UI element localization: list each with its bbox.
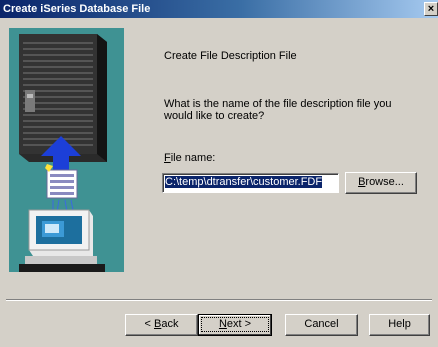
next-focus: Next > (201, 317, 269, 332)
next-button[interactable]: Next > (198, 314, 272, 336)
wizard-illustration (9, 28, 124, 272)
server-transfer-illustration-icon (19, 34, 107, 272)
instruction-text: What is the name of the file description… (164, 98, 392, 122)
help-label: Help (388, 318, 411, 330)
title-bar: Create iSeries Database File × (0, 0, 438, 18)
next-label: ext > (226, 318, 252, 330)
cancel-label: Cancel (304, 318, 339, 330)
page-heading: Create File Description File (164, 50, 297, 62)
close-icon: × (427, 3, 435, 15)
file-name-value: C:\temp\dtransfer\customer.FDF (165, 176, 323, 188)
file-name-label: File name: (164, 152, 215, 164)
back-prefix: < (144, 318, 154, 330)
back-button[interactable]: < Back (125, 314, 198, 336)
close-button[interactable]: × (424, 2, 438, 16)
file-name-label-rest: ile name: (170, 152, 216, 164)
help-button[interactable]: Help (369, 314, 430, 336)
back-label: ack (161, 318, 179, 330)
cancel-button[interactable]: Cancel (285, 314, 358, 336)
window-title: Create iSeries Database File (3, 3, 151, 15)
button-separator (6, 299, 432, 301)
browse-button[interactable]: Browse... (345, 172, 417, 194)
file-name-input[interactable]: C:\temp\dtransfer\customer.FDF (162, 173, 339, 193)
next-accel: N (218, 318, 227, 330)
file-name-accel: F (164, 152, 171, 164)
browse-label: rowse... (365, 176, 404, 188)
